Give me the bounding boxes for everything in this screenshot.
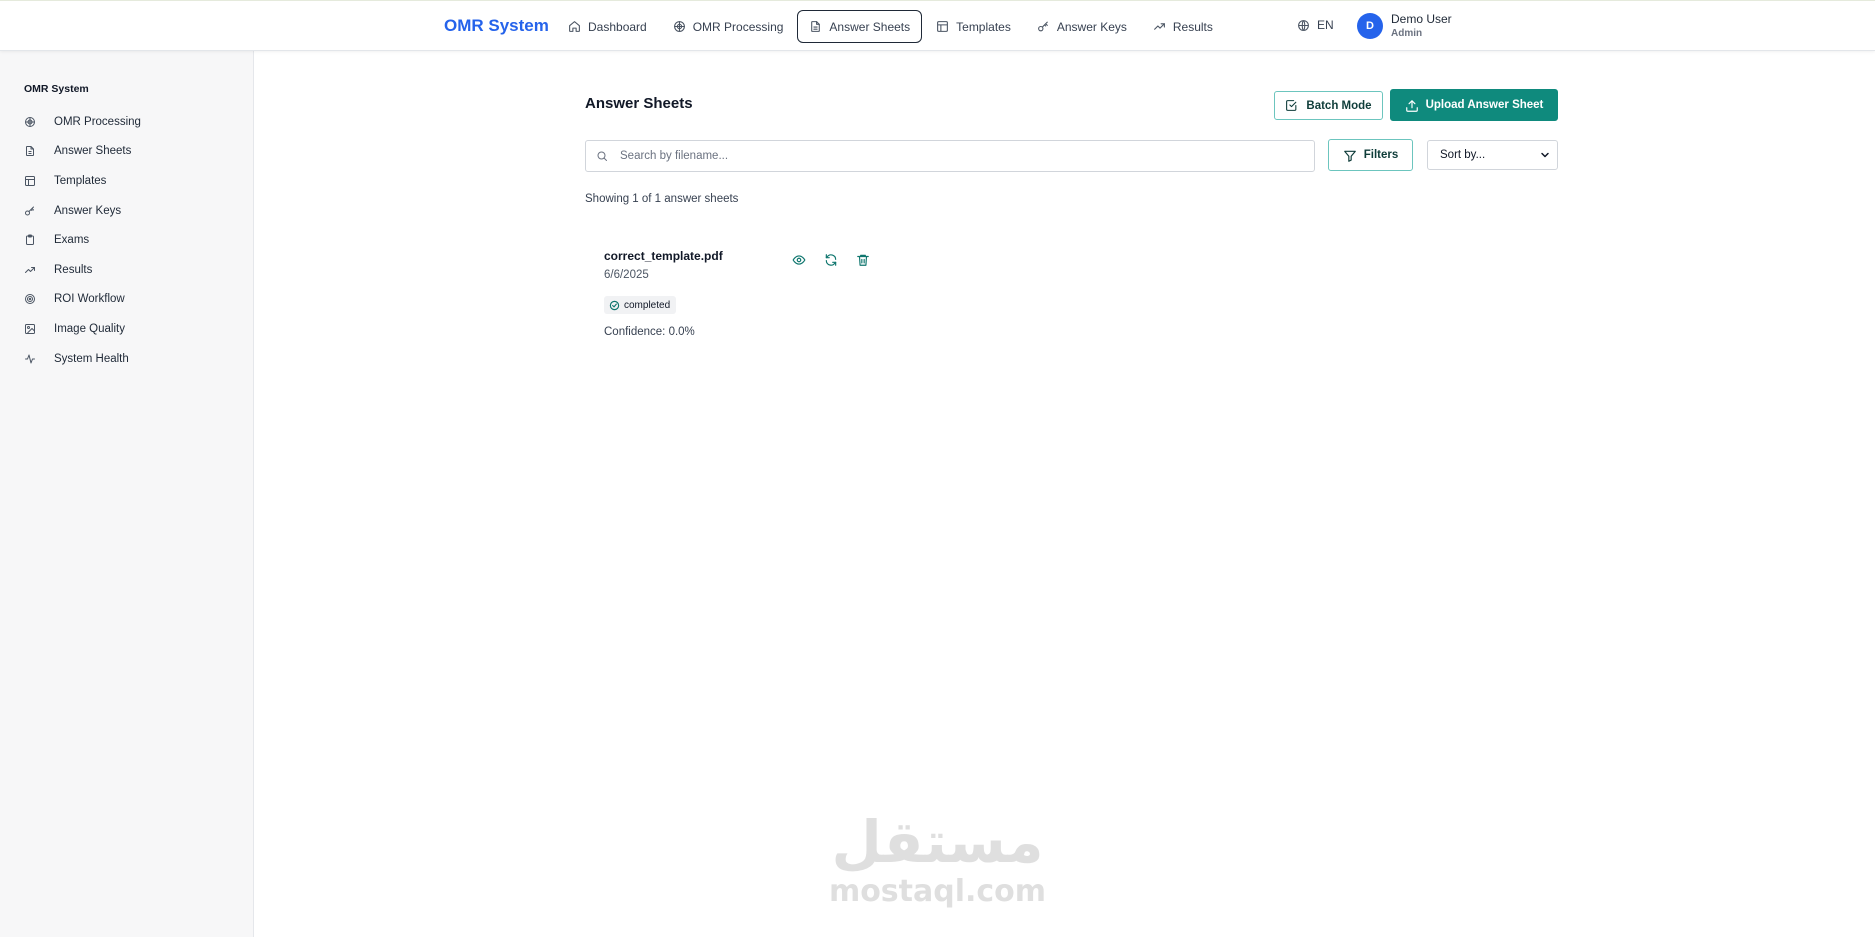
sidebar-item-templates[interactable]: Templates	[0, 166, 254, 196]
sidebar-title: OMR System	[24, 83, 89, 95]
nav-omr-processing[interactable]: OMR Processing	[661, 10, 796, 43]
trending-up-icon	[24, 264, 36, 276]
status-badge: completed	[604, 296, 677, 314]
nav-label: Results	[1172, 19, 1213, 34]
top-navbar: OMR System Dashboard OMR Processing Answ…	[0, 0, 1875, 51]
upload-icon	[1405, 99, 1418, 112]
sidebar-item-system-health[interactable]: System Health	[0, 344, 254, 374]
status-label: completed	[624, 299, 671, 311]
globe-icon	[1297, 19, 1310, 32]
layout-icon	[936, 20, 949, 33]
sheet-actions	[792, 253, 870, 267]
sidebar-item-roi-workflow[interactable]: ROI Workflow	[0, 285, 254, 315]
user-role: Admin	[1391, 28, 1423, 39]
user-name: Demo User	[1391, 12, 1452, 26]
sheet-filename: correct_template.pdf	[604, 249, 723, 263]
sidebar-item-label: Image Quality	[54, 322, 125, 335]
language-switcher[interactable]: EN	[1297, 18, 1334, 32]
check-circle-icon	[609, 300, 620, 311]
upload-answer-sheet-button[interactable]: Upload Answer Sheet	[1390, 89, 1558, 121]
sidebar-item-omr-processing[interactable]: OMR Processing	[0, 107, 254, 137]
search-box	[585, 140, 1315, 172]
user-info: Demo User Admin	[1391, 12, 1452, 40]
avatar: D	[1357, 13, 1383, 39]
sheet-date: 6/6/2025	[604, 269, 649, 281]
results-count: Showing 1 of 1 answer sheets	[585, 193, 739, 205]
nav-answer-keys[interactable]: Answer Keys	[1025, 10, 1139, 43]
target-icon	[24, 293, 36, 305]
sidebar-item-label: Templates	[54, 174, 107, 187]
trending-up-icon	[1153, 20, 1166, 33]
search-icon	[596, 150, 608, 162]
upload-label: Upload Answer Sheet	[1425, 99, 1544, 111]
sidebar-item-answer-keys[interactable]: Answer Keys	[0, 196, 254, 226]
sidebar-item-label: ROI Workflow	[54, 293, 125, 306]
main-nav: Dashboard OMR Processing Answer Sheets T…	[556, 10, 1225, 43]
chevron-down-icon	[1539, 149, 1551, 161]
sidebar-item-label: OMR Processing	[54, 115, 141, 128]
clipboard-icon	[24, 234, 36, 246]
home-icon	[568, 20, 581, 33]
sort-value: Sort by...	[1440, 149, 1486, 161]
sidebar: OMR System OMR Processing Answer Sheets …	[0, 51, 254, 937]
sidebar-item-label: Results	[54, 263, 93, 276]
nav-label: Templates	[956, 19, 1011, 34]
nav-label: Dashboard	[588, 19, 647, 34]
file-icon	[24, 145, 36, 157]
check-square-icon	[1285, 99, 1298, 112]
nav-templates[interactable]: Templates	[924, 10, 1023, 43]
nav-label: Answer Sheets	[829, 19, 911, 34]
layout-icon	[24, 175, 36, 187]
reprocess-icon[interactable]	[824, 253, 838, 267]
sidebar-item-label: Answer Keys	[54, 204, 122, 217]
nav-dashboard[interactable]: Dashboard	[556, 10, 659, 43]
watermark-latin: mostaql.com	[828, 874, 1047, 909]
batch-mode-label: Batch Mode	[1306, 99, 1372, 112]
sidebar-item-image-quality[interactable]: Image Quality	[0, 314, 254, 344]
watermark-arabic: مستقل	[831, 808, 1044, 876]
batch-mode-button[interactable]: Batch Mode	[1274, 91, 1383, 120]
filter-icon	[1343, 149, 1356, 162]
view-icon[interactable]	[792, 253, 806, 267]
scan-icon	[673, 20, 686, 33]
watermark-logo: مستقل mostaql.com	[820, 810, 1055, 920]
sort-select[interactable]: Sort by...	[1427, 140, 1558, 170]
nav-results[interactable]: Results	[1141, 10, 1225, 43]
filters-label: Filters	[1363, 149, 1399, 161]
trash-icon[interactable]	[856, 253, 870, 267]
image-icon	[24, 323, 36, 335]
key-icon	[1037, 20, 1050, 33]
search-input[interactable]	[620, 142, 1314, 170]
file-icon	[809, 20, 822, 33]
activity-icon	[24, 353, 36, 365]
nav-answer-sheets[interactable]: Answer Sheets	[797, 10, 923, 43]
sidebar-item-label: Answer Sheets	[54, 145, 132, 158]
sidebar-item-label: System Health	[54, 352, 129, 365]
sidebar-item-exams[interactable]: Exams	[0, 225, 254, 255]
sheet-confidence: Confidence: 0.0%	[604, 326, 695, 338]
sidebar-list: OMR Processing Answer Sheets Templates A…	[0, 107, 254, 373]
sidebar-item-answer-sheets[interactable]: Answer Sheets	[0, 137, 254, 167]
page-title: Answer Sheets	[585, 95, 693, 112]
scan-icon	[24, 116, 36, 128]
filters-button[interactable]: Filters	[1328, 139, 1413, 171]
nav-label: Answer Keys	[1056, 19, 1127, 34]
language-label: EN	[1317, 18, 1334, 32]
nav-label: OMR Processing	[692, 19, 784, 34]
key-icon	[24, 205, 36, 217]
brand-logo[interactable]: OMR System	[444, 14, 549, 38]
user-menu[interactable]: D Demo User Admin	[1357, 12, 1452, 40]
sidebar-item-label: Exams	[54, 234, 90, 247]
sidebar-item-results[interactable]: Results	[0, 255, 254, 285]
answer-sheet-card[interactable]: correct_template.pdf 6/6/2025 completed …	[604, 244, 884, 344]
